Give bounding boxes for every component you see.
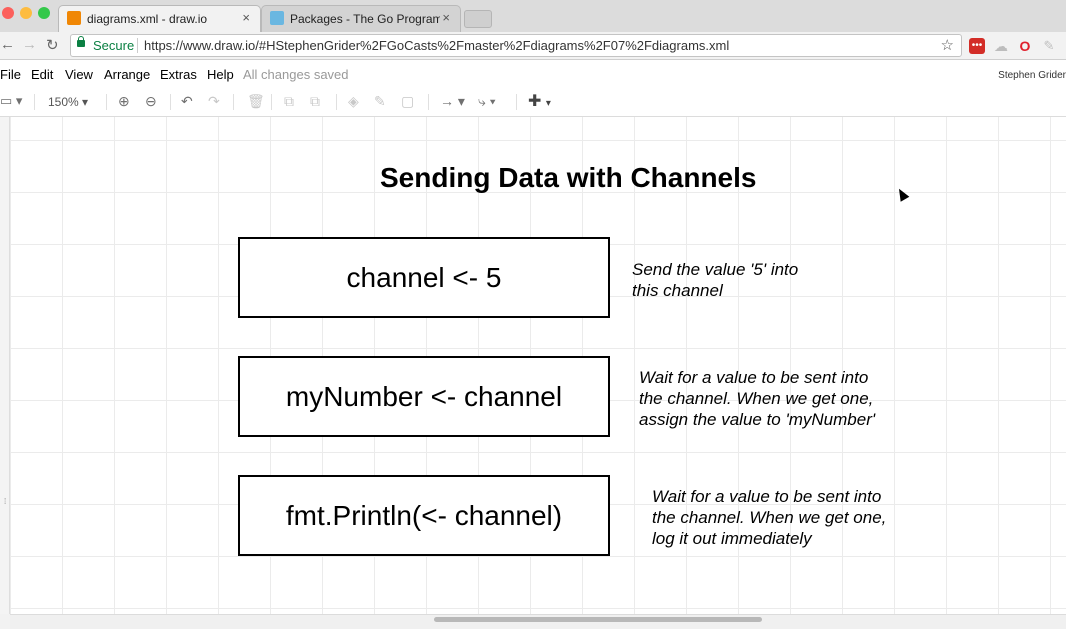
menu-view[interactable]: View [65, 67, 93, 82]
opera-icon[interactable]: O [1017, 38, 1033, 54]
url-text: https://www.draw.io/#HStephenGrider%2FGo… [144, 38, 730, 53]
note-line: the channel. When we get one, [639, 389, 874, 408]
address-bar-row: ← → ↻ Secure https://www.draw.io/#HSteph… [0, 32, 1066, 60]
menu-arrange[interactable]: Arrange [104, 67, 150, 82]
feather-icon[interactable]: ✎ [1041, 38, 1057, 54]
url-separator [137, 38, 138, 53]
format-panel-icon[interactable]: ▭ ▾ [0, 93, 22, 109]
menu-extras[interactable]: Extras [160, 67, 197, 82]
tab-close-icon[interactable]: × [242, 10, 250, 25]
scrollbar-thumb[interactable] [434, 617, 762, 622]
toolbar-divider [106, 94, 107, 110]
drawio-favicon-icon [67, 11, 81, 25]
toolbar-divider [516, 94, 517, 110]
cloud-icon[interactable]: ☁ [993, 38, 1009, 54]
waypoints-icon[interactable]: ⤷ ▾ [478, 93, 496, 110]
zoom-in-icon[interactable]: ⊕ [118, 93, 130, 110]
code-box-receive-assign[interactable]: myNumber <- channel [238, 356, 610, 437]
code-box-receive-print[interactable]: fmt.Println(<- channel) [238, 475, 610, 556]
insert-icon[interactable]: ✚ ▾ [528, 91, 551, 111]
note-line: Send the value '5' into [632, 260, 799, 279]
lastpass-icon[interactable]: ••• [969, 38, 985, 54]
note-line: log it out immediately [652, 529, 812, 548]
to-front-icon[interactable]: ⧉ [284, 93, 294, 110]
app-toolbar: ▭ ▾ 150% ▾ ⊕ ⊖ ↶ ↷ 🗑 ⧉ ⧉ ◈ ✎ ▢ → ▾ ⤷ ▾ ✚… [0, 88, 1066, 117]
note-receive-assign[interactable]: Wait for a value to be sent into the cha… [639, 367, 875, 430]
close-window-button[interactable] [2, 7, 14, 19]
minimize-window-button[interactable] [20, 7, 32, 19]
tab-title: diagrams.xml - draw.io [87, 12, 208, 26]
back-button[interactable]: ← [0, 36, 15, 53]
zoom-level: 150% [48, 95, 79, 109]
zoom-dropdown[interactable]: 150% ▾ [48, 95, 88, 109]
tab-go-packages[interactable]: Packages - The Go Programmi × [261, 5, 461, 32]
reload-button[interactable]: ↻ [46, 36, 59, 54]
menu-file[interactable]: File [0, 67, 21, 82]
zoom-out-icon[interactable]: ⊖ [145, 93, 157, 110]
diagram-title[interactable]: Sending Data with Channels [380, 162, 756, 194]
toolbar-divider [233, 94, 234, 110]
panel-resize-handle[interactable]: ⁞ [4, 497, 6, 506]
fill-color-icon[interactable]: ◈ [348, 93, 359, 110]
bookmark-star-icon[interactable]: ☆ [941, 36, 954, 54]
tab-title: Packages - The Go Programmi [290, 12, 440, 26]
tab-close-icon[interactable]: × [442, 10, 450, 25]
tab-drawio[interactable]: diagrams.xml - draw.io × [58, 5, 261, 32]
browser-tab-strip: diagrams.xml - draw.io × Packages - The … [0, 0, 1066, 32]
undo-icon[interactable]: ↶ [181, 93, 193, 110]
maximize-window-button[interactable] [38, 7, 50, 19]
app-menubar: File Edit View Arrange Extras Help All c… [0, 60, 1066, 88]
note-line: Wait for a value to be sent into [639, 368, 869, 387]
toolbar-divider [170, 94, 171, 110]
toolbar-divider [34, 94, 35, 110]
toolbar-divider [336, 94, 337, 110]
left-panel-gutter[interactable]: ⁞ [0, 117, 10, 614]
menu-edit[interactable]: Edit [31, 67, 53, 82]
url-input[interactable]: Secure https://www.draw.io/#HStephenGrid… [70, 34, 962, 57]
user-name[interactable]: Stephen Grider [998, 70, 1066, 81]
code-box-send[interactable]: channel <- 5 [238, 237, 610, 318]
delete-icon[interactable]: 🗑 [247, 93, 265, 110]
line-color-icon[interactable]: ✎ [374, 93, 386, 110]
connection-icon[interactable]: → ▾ [440, 93, 465, 110]
note-line: Wait for a value to be sent into [652, 487, 882, 506]
menu-help[interactable]: Help [207, 67, 234, 82]
go-favicon-icon [270, 11, 284, 25]
note-receive-print[interactable]: Wait for a value to be sent into the cha… [652, 486, 886, 549]
note-line: assign the value to 'myNumber' [639, 410, 876, 429]
forward-button[interactable]: → [22, 36, 37, 53]
note-line: this channel [632, 281, 723, 300]
lock-icon [77, 36, 85, 47]
shadow-icon[interactable]: ▢ [401, 93, 414, 110]
save-status: All changes saved [243, 67, 349, 82]
secure-label: Secure [93, 38, 135, 53]
note-line: the channel. When we get one, [652, 508, 887, 527]
toolbar-divider [271, 94, 272, 110]
note-send[interactable]: Send the value '5' into this channel [632, 259, 798, 301]
to-back-icon[interactable]: ⧉ [310, 93, 320, 110]
horizontal-scrollbar[interactable] [10, 614, 1066, 629]
toolbar-divider [428, 94, 429, 110]
redo-icon[interactable]: ↷ [208, 93, 220, 110]
new-tab-button[interactable] [464, 10, 492, 28]
